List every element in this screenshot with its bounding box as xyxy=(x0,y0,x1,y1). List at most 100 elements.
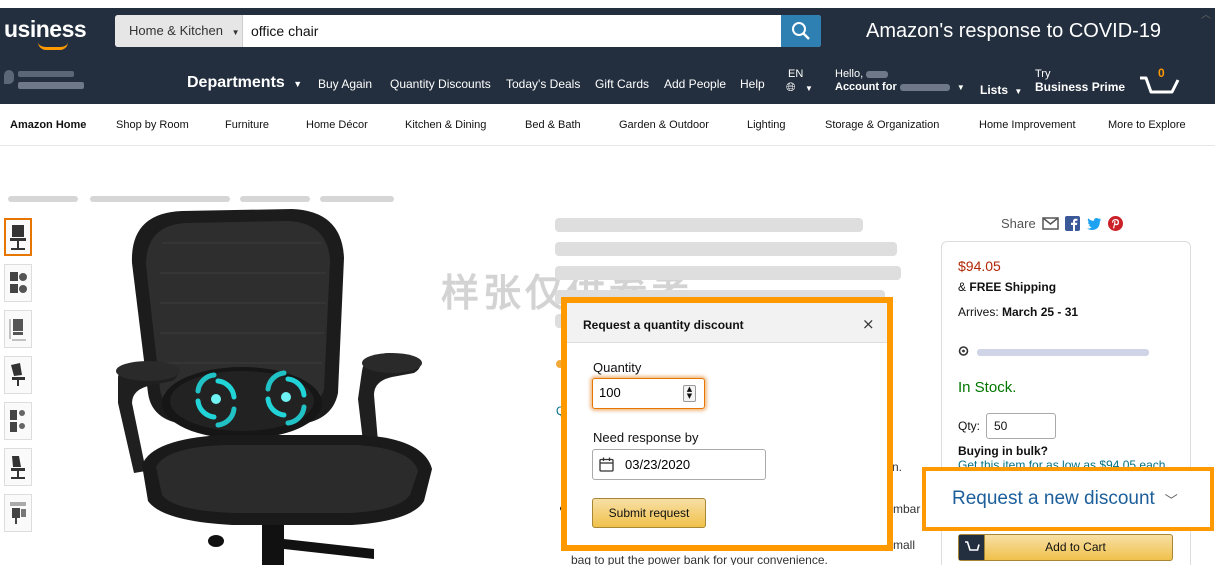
thumbnail-7[interactable] xyxy=(4,494,32,532)
price: $94.05 xyxy=(958,258,1001,274)
cart-button-icon xyxy=(959,535,985,560)
nav-buy-again[interactable]: Buy Again xyxy=(318,77,372,91)
search-category-dropdown[interactable]: Home & Kitchen ▼ xyxy=(115,15,243,47)
location-pin-icon xyxy=(4,70,14,84)
business-prime-link[interactable]: Try Business Prime xyxy=(1035,68,1125,95)
thumbnail-1[interactable] xyxy=(4,218,32,256)
caret-down-icon: ▼ xyxy=(231,28,240,37)
subnav-storage-organization[interactable]: Storage & Organization xyxy=(825,119,939,131)
deliver-address-redacted xyxy=(977,348,1149,356)
account-for-label: Account for xyxy=(835,81,897,93)
request-new-discount-dropdown[interactable]: Request a new discount ﹀ xyxy=(922,467,1214,531)
add-to-cart-button[interactable]: Add to Cart xyxy=(958,534,1173,561)
stock-status: In Stock. xyxy=(958,379,1017,396)
subnav-more-to-explore[interactable]: More to Explore xyxy=(1108,119,1186,131)
response-date-field[interactable] xyxy=(592,449,766,480)
free-shipping-label: FREE Shipping xyxy=(969,280,1057,294)
quantity-discount-modal: Request a quantity discount × Quantity ▲… xyxy=(561,297,893,551)
lists-menu[interactable]: Lists ▼ xyxy=(980,83,1022,97)
subnav-garden-outdoor[interactable]: Garden & Outdoor xyxy=(619,119,709,131)
location-icon xyxy=(958,346,969,356)
qty-input[interactable]: 50 xyxy=(986,413,1056,439)
share-label: Share xyxy=(1001,216,1036,231)
facebook-share-icon[interactable] xyxy=(1064,216,1080,231)
bullet-fragment-2: mbar xyxy=(893,502,921,516)
subnav-bed-bath[interactable]: Bed & Bath xyxy=(525,119,581,131)
subnav-lighting[interactable]: Lighting xyxy=(747,119,786,131)
chair-detail-thumbnail-icon xyxy=(10,272,27,293)
email-share-icon[interactable] xyxy=(1041,217,1059,230)
nav-add-people[interactable]: Add People xyxy=(664,77,726,91)
globe-icon: 🌐︎ xyxy=(786,80,796,94)
twitter-share-icon[interactable] xyxy=(1086,217,1102,231)
subnav-home-improvement[interactable]: Home Improvement xyxy=(979,119,1076,131)
bullet-line: bag to put the power bank for your conve… xyxy=(571,553,828,565)
quantity-input[interactable] xyxy=(599,385,669,400)
deliver-to-location[interactable] xyxy=(4,67,88,93)
subnav-amazon-home[interactable]: Amazon Home xyxy=(10,119,86,131)
covid-response-link[interactable]: Amazon's response to COVID-19 xyxy=(866,20,1161,43)
quantity-field[interactable]: ▲ ▼ xyxy=(592,378,705,409)
subnav-furniture[interactable]: Furniture xyxy=(225,119,269,131)
language-selector[interactable]: EN 🌐︎ ▼ xyxy=(786,68,813,95)
thumbnail-6[interactable] xyxy=(4,448,32,486)
account-menu[interactable]: Hello, Account for ▼ xyxy=(835,68,965,94)
thumbnail-4[interactable] xyxy=(4,356,32,394)
nav-help[interactable]: Help xyxy=(740,77,765,91)
deliver-address-redacted xyxy=(18,82,84,89)
caret-down-icon: ▼ xyxy=(1014,87,1023,96)
top-navigation-bar: usiness Home & Kitchen ▼ Amazon's respon… xyxy=(0,0,1215,104)
response-date-input[interactable] xyxy=(625,457,755,472)
arrives-date: March 25 - 31 xyxy=(1002,305,1079,319)
submit-request-button[interactable]: Submit request xyxy=(592,498,706,528)
logo-smile-icon xyxy=(38,42,68,50)
stepper-down-icon[interactable]: ▼ xyxy=(684,393,695,400)
deliver-to-link[interactable] xyxy=(958,346,1149,358)
bullet-fragment-1: n. xyxy=(892,460,903,474)
lists-label: Lists xyxy=(980,83,1009,97)
reclined-chair-thumbnail-icon xyxy=(11,363,25,386)
breadcrumb-redacted xyxy=(8,196,394,202)
browser-strip xyxy=(0,0,1215,8)
cart-icon xyxy=(964,541,980,551)
subnav-shop-by-room[interactable]: Shop by Room xyxy=(116,119,189,131)
dimensions-thumbnail-icon xyxy=(9,319,26,341)
arrival-line: Arrives: March 25 - 31 xyxy=(958,305,1078,319)
nav-todays-deals[interactable]: Today's Deals xyxy=(506,77,580,91)
account-name-redacted xyxy=(899,83,950,91)
arrives-label: Arrives: xyxy=(958,305,999,319)
amazon-business-logo[interactable]: usiness xyxy=(4,16,87,43)
qty-label: Qty: xyxy=(958,419,981,433)
hello-label: Hello, xyxy=(835,68,864,80)
subnav-kitchen-dining[interactable]: Kitchen & Dining xyxy=(405,119,486,131)
features-thumbnail-icon xyxy=(10,410,25,432)
pinterest-share-icon[interactable] xyxy=(1107,216,1123,231)
departments-menu[interactable]: Departments ▼ xyxy=(187,74,302,92)
thumbnail-2[interactable] xyxy=(4,264,32,302)
modal-header: Request a quantity discount × xyxy=(567,303,887,343)
nav-quantity-discounts[interactable]: Quantity Discounts xyxy=(390,77,491,91)
scroll-up-icon[interactable]: ︿ xyxy=(1201,6,1215,21)
quantity-label: Quantity xyxy=(593,360,642,375)
search-category-label: Home & Kitchen xyxy=(129,23,223,38)
thumbnail-5[interactable] xyxy=(4,402,32,440)
deliver-to-redacted xyxy=(18,71,74,77)
search-button[interactable] xyxy=(781,15,821,47)
caret-down-icon: ▼ xyxy=(804,84,813,93)
subnav-home-decor[interactable]: Home Décor xyxy=(306,119,368,131)
calendar-icon[interactable] xyxy=(599,457,614,472)
add-to-cart-label: Add to Cart xyxy=(1045,540,1106,554)
caret-down-icon: ▼ xyxy=(956,83,965,92)
chevron-down-icon: ﹀ xyxy=(1164,492,1178,508)
username-redacted xyxy=(866,70,889,78)
search-input[interactable] xyxy=(251,15,771,47)
shipping-prefix: & xyxy=(958,280,967,294)
bullet-fragment-3: mall xyxy=(893,538,916,552)
search-bar: Home & Kitchen ▼ xyxy=(115,15,821,47)
close-icon[interactable]: × xyxy=(862,315,875,333)
thumbnail-3[interactable] xyxy=(4,310,32,348)
quantity-stepper[interactable]: ▲ ▼ xyxy=(683,385,696,402)
nav-gift-cards[interactable]: Gift Cards xyxy=(595,77,649,91)
chair-thumbnail-icon xyxy=(10,225,26,250)
office-chair-product-image[interactable] xyxy=(112,203,482,565)
